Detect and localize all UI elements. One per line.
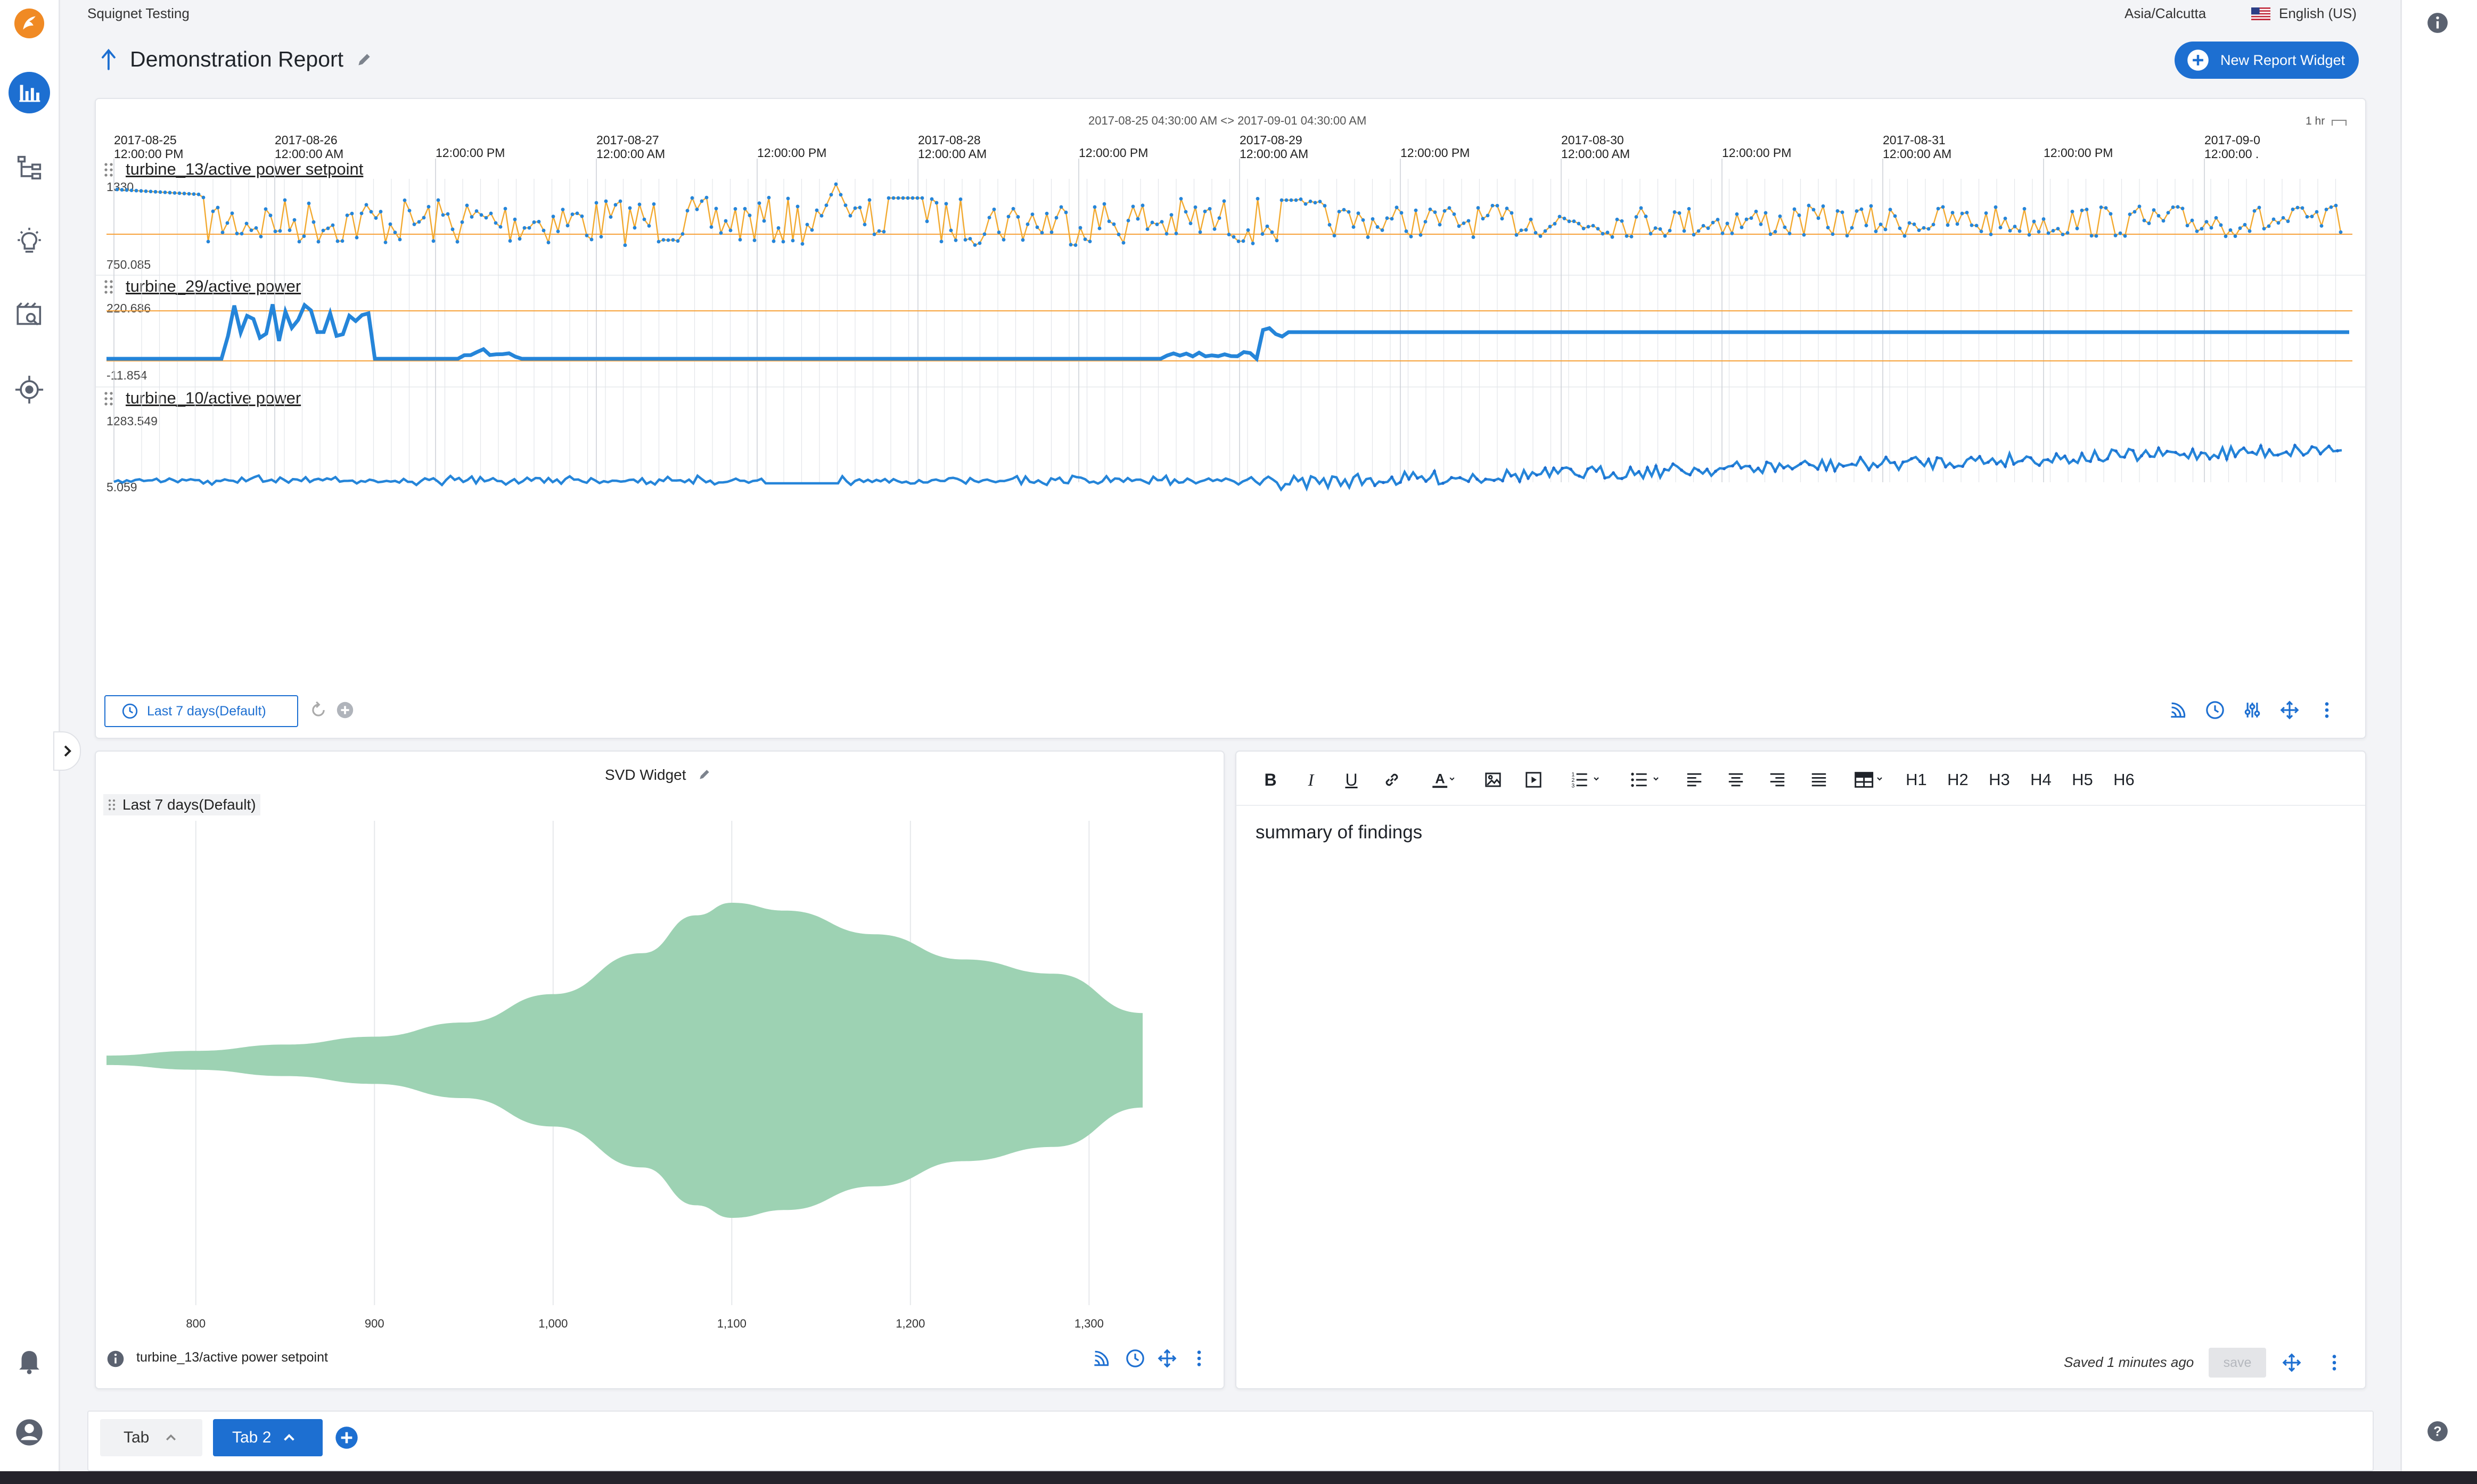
plus-circle-icon	[335, 1427, 358, 1449]
us-flag-icon	[2251, 7, 2270, 20]
violin-shape	[106, 903, 1143, 1218]
violin-x-tick-label: 900	[365, 1317, 384, 1330]
align-center-icon[interactable]	[1724, 765, 1748, 794]
editor-content[interactable]: summary of findings	[1256, 822, 2352, 1301]
bullet-list-dropdown[interactable]	[1622, 765, 1669, 794]
tab-1[interactable]: Tab	[100, 1419, 202, 1456]
more-options-icon[interactable]	[2323, 1351, 2346, 1374]
left-navigation-rail	[0, 0, 60, 1484]
insights-bulb-icon[interactable]	[9, 221, 50, 262]
notifications-bell-icon[interactable]	[9, 1340, 50, 1382]
violin-x-tick-label: 800	[186, 1317, 206, 1330]
violin-x-tick-label: 1,300	[1075, 1317, 1104, 1330]
adjust-sliders-icon[interactable]	[2241, 698, 2264, 722]
move-icon[interactable]	[2280, 1351, 2303, 1374]
app-logo[interactable]	[9, 3, 50, 44]
active-power-10-series-line	[113, 443, 2342, 492]
heading-3-button[interactable]: H3	[1987, 765, 2012, 794]
svg-text:?: ?	[2433, 1424, 2441, 1439]
editor-toolbar-divider	[1236, 805, 2365, 806]
add-time-range-icon[interactable]	[333, 698, 357, 722]
timezone-selector[interactable]: Asia/Calcutta	[2125, 5, 2206, 22]
language-label: English (US)	[2279, 5, 2357, 21]
new-report-widget-button[interactable]: New Report Widget	[2175, 42, 2359, 79]
ordered-list-dropdown[interactable]: 123	[1562, 765, 1609, 794]
asset-tree-icon[interactable]	[9, 147, 50, 188]
chevron-right-icon	[64, 745, 71, 757]
heading-6-button[interactable]: H6	[2112, 765, 2136, 794]
align-right-icon[interactable]	[1766, 765, 1789, 794]
svd-widget: SVD Widget Last 7 days(Default) 800 900 1,…	[95, 751, 1225, 1389]
target-icon[interactable]	[9, 369, 50, 410]
edit-title-pencil-icon[interactable]	[356, 51, 374, 69]
heading-2-button[interactable]: H2	[1946, 765, 1970, 794]
svd-signal-label: turbine_13/active power setpoint	[136, 1350, 328, 1365]
save-status: Saved 1 minutes ago	[2064, 1354, 2194, 1370]
move-icon[interactable]	[1155, 1347, 1179, 1370]
trend-plot[interactable]	[96, 99, 2365, 504]
violin-x-tick-label: 1,200	[896, 1317, 925, 1330]
analysis-search-icon[interactable]	[9, 295, 50, 337]
save-button[interactable]: save	[2209, 1348, 2266, 1378]
time-range-label: Last 7 days(Default)	[147, 703, 266, 719]
clock-icon[interactable]	[1123, 1347, 1147, 1370]
info-icon[interactable]	[106, 1350, 125, 1368]
right-rail: ?	[2400, 0, 2477, 1484]
signal-icon[interactable]	[2166, 698, 2189, 722]
heading-5-button[interactable]: H5	[2070, 765, 2095, 794]
text-color-dropdown[interactable]: A	[1421, 765, 1463, 794]
org-name: Squignet Testing	[87, 5, 190, 21]
move-icon[interactable]	[2278, 698, 2301, 722]
window-bottom-edge	[0, 1471, 2477, 1484]
tab-bar: Tab Tab 2	[87, 1411, 2374, 1471]
time-range-button[interactable]: Last 7 days(Default)	[104, 695, 298, 727]
trend-widget: 2017-08-25 04:30:00 AM <> 2017-09-01 04:…	[95, 98, 2366, 739]
info-icon[interactable]	[2426, 12, 2449, 34]
page-title: Demonstration Report	[130, 47, 344, 71]
bold-button[interactable]: B	[1259, 765, 1282, 794]
expand-sidebar-button[interactable]	[53, 731, 81, 771]
reset-icon[interactable]	[307, 698, 330, 722]
active-power-29-series-line	[106, 302, 2349, 362]
heading-1-button[interactable]: H1	[1904, 765, 1929, 794]
more-options-icon[interactable]	[2315, 698, 2339, 722]
setpoint-series-points	[115, 182, 2343, 248]
svg-text:3: 3	[1571, 783, 1574, 789]
chevron-up-icon	[284, 1434, 295, 1441]
reports-nav-icon[interactable]	[9, 72, 50, 113]
help-icon[interactable]: ?	[2426, 1420, 2449, 1442]
language-selector[interactable]: English (US)	[2251, 5, 2357, 22]
violin-chart[interactable]: 800 900 1,000 1,100 1,200 1,300	[96, 752, 1224, 1337]
clock-icon[interactable]	[2203, 698, 2227, 722]
user-account-icon[interactable]	[9, 1412, 50, 1453]
heading-4-button[interactable]: H4	[2029, 765, 2053, 794]
violin-x-tick-label: 1,000	[538, 1317, 568, 1330]
back-arrow-icon[interactable]	[100, 47, 121, 73]
align-justify-icon[interactable]	[1807, 765, 1831, 794]
tab-2[interactable]: Tab 2	[213, 1419, 323, 1456]
plus-circle-icon	[2187, 50, 2209, 71]
chevron-up-icon	[166, 1434, 176, 1441]
add-tab-button[interactable]	[334, 1425, 359, 1450]
signal-icon[interactable]	[1089, 1347, 1113, 1370]
link-icon[interactable]	[1380, 765, 1404, 794]
svg-text:A: A	[1435, 771, 1445, 786]
table-dropdown[interactable]	[1847, 765, 1891, 794]
clock-icon	[122, 703, 138, 719]
insert-image-icon[interactable]	[1481, 765, 1505, 794]
align-left-icon[interactable]	[1683, 765, 1706, 794]
italic-button[interactable]: I	[1299, 765, 1323, 794]
tab-2-label: Tab 2	[232, 1429, 272, 1446]
underline-button[interactable]: U	[1340, 765, 1363, 794]
violin-x-tick-label: 1,100	[717, 1317, 747, 1330]
tab-1-label: Tab	[124, 1429, 150, 1446]
new-report-widget-label: New Report Widget	[2220, 52, 2345, 68]
more-options-icon[interactable]	[1187, 1347, 1211, 1370]
insert-video-icon[interactable]	[1522, 765, 1545, 794]
